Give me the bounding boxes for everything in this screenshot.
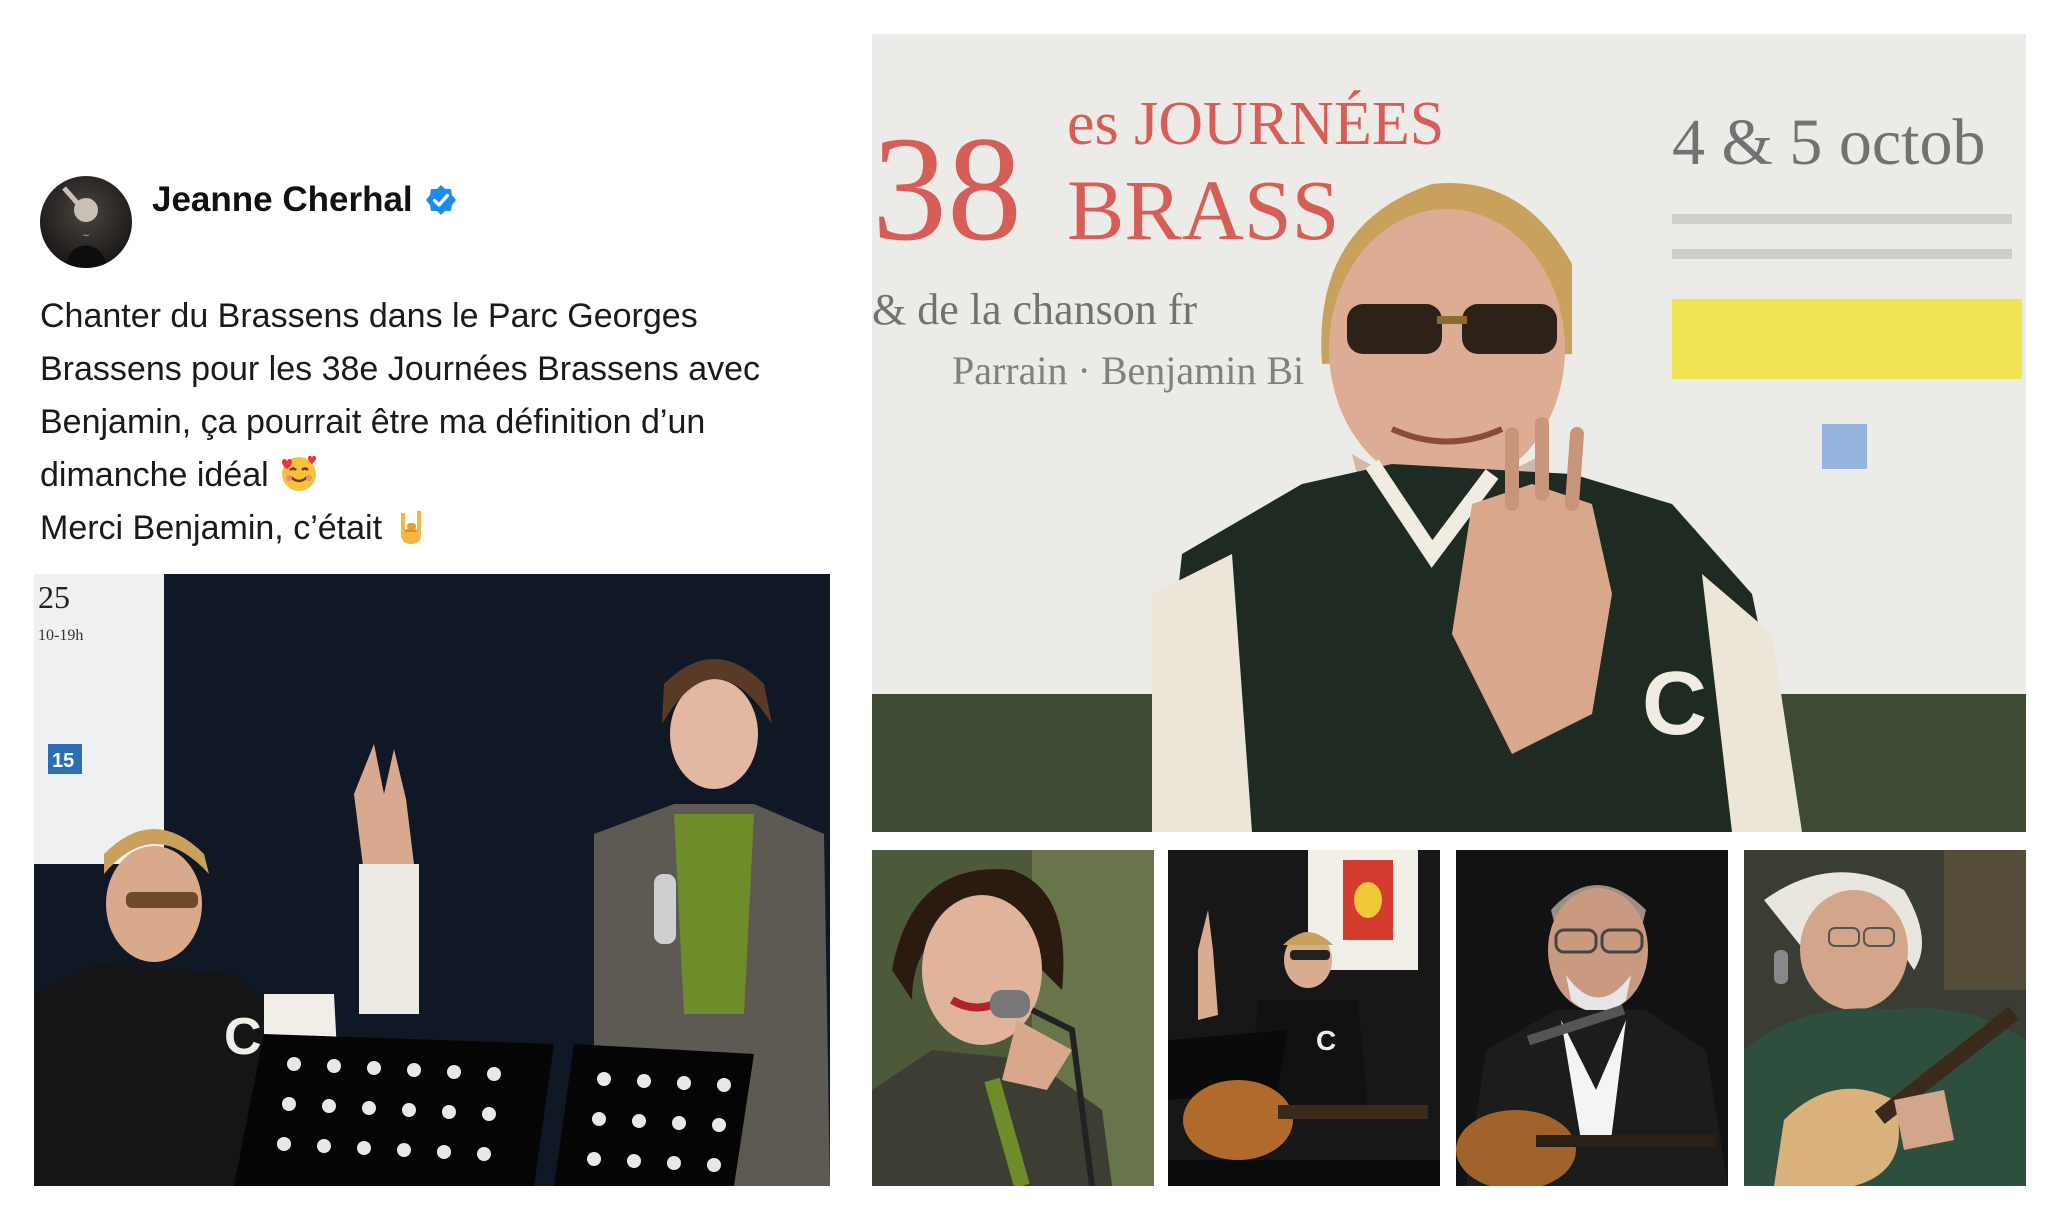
banner-number: 38 [872,106,1022,272]
svg-text:~: ~ [82,231,90,241]
post-author: Jeanne Cherhal [152,180,457,220]
sign-number: 25 [38,579,70,615]
post-line-with-emoji: dimanche idéal [40,449,840,502]
banner-line1: es JOURNÉES [1067,90,1444,158]
author-avatar[interactable]: ~ [40,176,132,268]
avatar-silhouette-icon: ~ [62,186,106,268]
banner-line2: BRASS [1067,162,1340,258]
post-line: Brassens pour les 38e Journées Brassens … [40,350,761,388]
bearded-guitarist-image [1456,850,1728,1186]
thumbnail-singer[interactable] [872,850,1154,1186]
singer-microphone-image [872,850,1154,1186]
jacket-letter: C [224,1008,262,1066]
festival-portrait-image: 38 es JOURNÉES BRASS & de la chanson fr … [872,34,2026,832]
post-line: Benjamin, ça pourrait être ma définition… [40,403,706,441]
post-photo[interactable]: 25 10-19h 15 C [34,574,830,1186]
smiling-face-with-hearts-icon [282,455,317,491]
post-line: Merci Benjamin, c’était [40,509,383,547]
sign-hours: 10-19h [38,627,83,644]
author-name[interactable]: Jeanne Cherhal [152,180,413,220]
banner-parrain: Parrain · Benjamin Bi [952,348,1304,393]
guitarist-stage-image: C [1168,850,1440,1186]
main-photo[interactable]: 38 es JOURNÉES BRASS & de la chanson fr … [872,34,2026,832]
post-body: Chanter du Brassens dans le Parc Georges… [40,290,840,555]
post-line: dimanche idéal [40,456,269,494]
verified-badge-icon [425,185,456,215]
banner-subtitle: & de la chanson fr [872,285,1197,334]
jacket-letter: C [1316,1025,1336,1056]
sign-of-the-horns-icon [401,511,422,544]
thumbnail-elder-guitarist[interactable] [1744,850,2026,1186]
jacket-letter: C [1642,654,1707,754]
banner-date: 4 & 5 octob [1672,106,1985,179]
stage-performance-image: 25 10-19h 15 C [34,574,830,1186]
sign-badge: 15 [52,750,74,772]
elder-guitarist-image [1744,850,2026,1186]
post-line: Chanter du Brassens dans le Parc Georges [40,297,698,335]
thumbnail-guitarist-stage[interactable]: C [1168,850,1440,1186]
thumbnail-bearded-guitarist[interactable] [1456,850,1728,1186]
post-line-with-emoji: Merci Benjamin, c’était [40,502,840,555]
